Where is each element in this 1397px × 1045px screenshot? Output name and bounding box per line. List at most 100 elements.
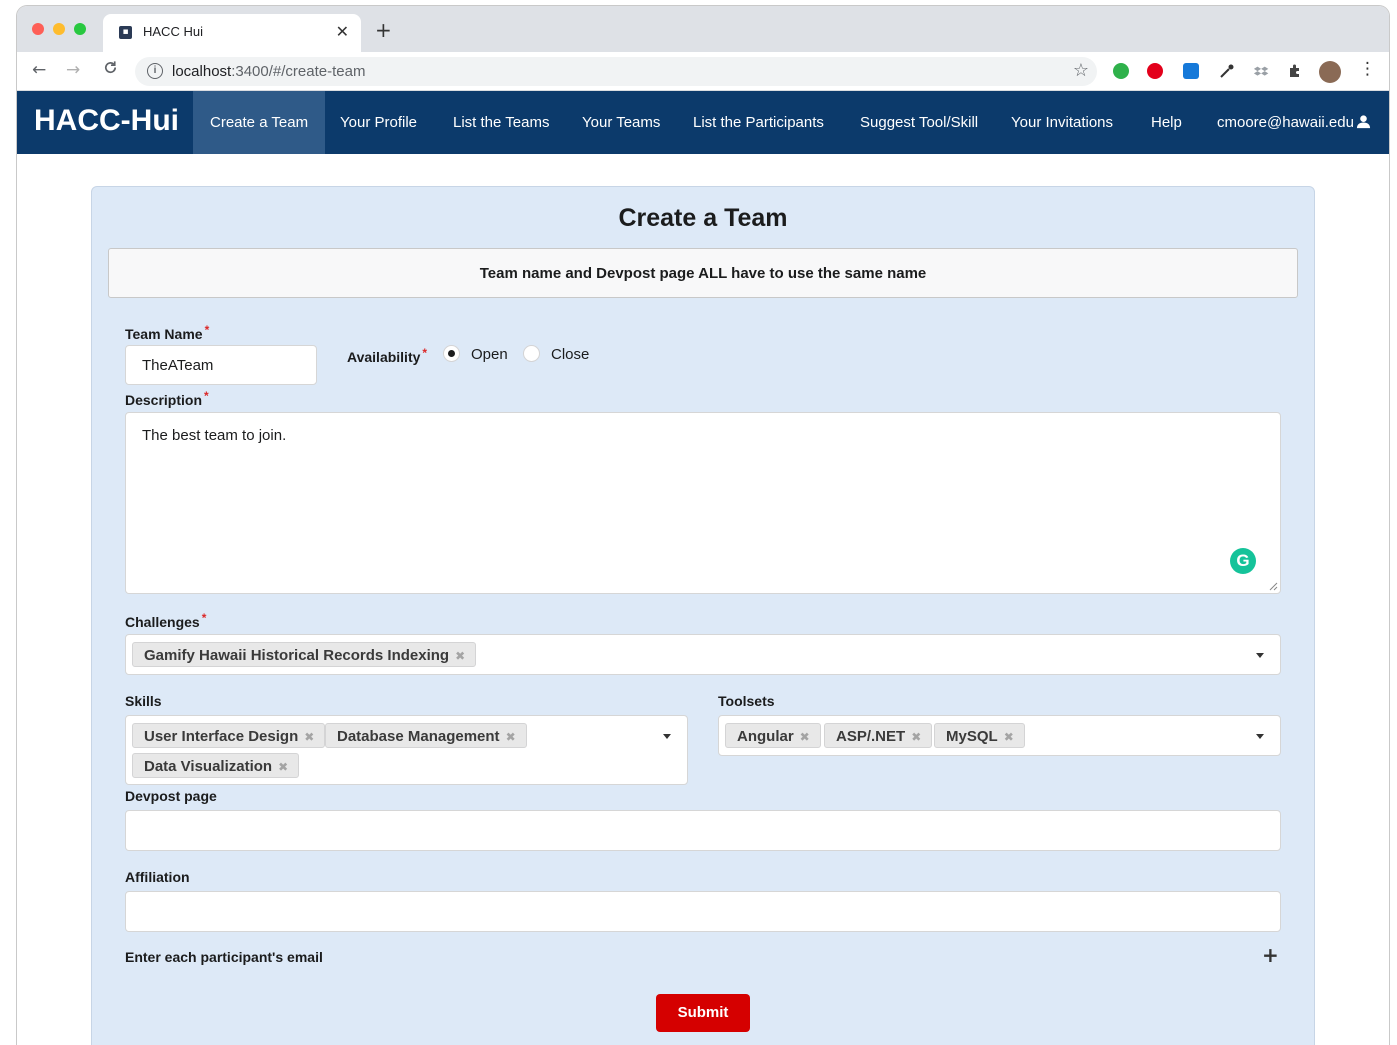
reload-icon[interactable] xyxy=(103,60,118,80)
resize-handle-icon[interactable] xyxy=(1269,582,1278,591)
challenges-label-text: Challenges xyxy=(125,614,200,630)
challenge-chip[interactable]: Gamify Hawaii Historical Records Indexin… xyxy=(132,642,477,667)
dropbox-extension-icon[interactable] xyxy=(1253,63,1269,79)
chip-label: Gamify Hawaii Historical Records Indexin… xyxy=(144,647,450,664)
description-value: The best team to join. xyxy=(142,427,287,444)
new-tab-button[interactable]: + xyxy=(375,18,392,42)
bookmark-star-icon[interactable]: ☆ xyxy=(1073,60,1089,81)
nav-list-participants[interactable]: List the Participants xyxy=(676,91,841,154)
team-name-input[interactable]: TheATeam xyxy=(125,345,317,385)
tab-close-icon[interactable]: ✕ xyxy=(336,22,349,41)
browser-menu-icon[interactable]: ⋮ xyxy=(1359,59,1376,79)
challenges-multiselect[interactable]: Gamify Hawaii Historical Records Indexin… xyxy=(125,634,1281,675)
nav-user-menu[interactable]: cmoore@hawaii.edu xyxy=(1200,91,1371,154)
favicon-icon: ▪ xyxy=(119,26,132,39)
description-label-text: Description xyxy=(125,392,203,408)
remove-chip-icon[interactable]: ✖ xyxy=(304,730,314,744)
browser-tab[interactable]: ▪ HACC Hui ✕ xyxy=(103,14,361,52)
team-name-label-text: Team Name xyxy=(125,326,203,342)
description-textarea[interactable]: The best team to join. G xyxy=(125,412,1281,594)
nav-list-teams[interactable]: List the Teams xyxy=(436,91,566,154)
chip-label: User Interface Design xyxy=(144,728,299,745)
puzzle-extensions-icon[interactable] xyxy=(1287,63,1303,79)
dropdown-caret-icon[interactable] xyxy=(1256,734,1264,739)
url-text[interactable]: localhost:3400/#/create-team xyxy=(172,63,365,80)
evernote-extension-icon[interactable] xyxy=(1113,63,1129,79)
page-title: Create a Team xyxy=(618,204,788,232)
affiliation-label: Affiliation xyxy=(125,869,190,885)
add-participant-icon[interactable]: + xyxy=(1262,943,1279,967)
forward-arrow-icon[interactable]: → xyxy=(66,60,80,80)
browser-window: ▪ HACC Hui ✕ + ← → i localhost:3400/#/cr… xyxy=(17,6,1389,1045)
chip-label: ASP/.NET xyxy=(836,728,906,745)
s-extension-icon[interactable] xyxy=(1183,63,1199,79)
availability-open-label[interactable]: Open xyxy=(471,346,508,363)
chip-label: Angular xyxy=(737,728,794,745)
toolsets-multiselect[interactable]: Angular ✖ ASP/.NET ✖ MySQL ✖ xyxy=(718,715,1281,756)
zoom-window-button[interactable] xyxy=(74,23,86,35)
nav-your-teams[interactable]: Your Teams xyxy=(565,91,677,154)
availability-open-radio[interactable] xyxy=(443,345,460,362)
profile-avatar[interactable] xyxy=(1319,61,1341,83)
remove-chip-icon[interactable]: ✖ xyxy=(800,730,810,744)
team-name-label: Team Name * xyxy=(125,323,209,342)
team-name-value: TheATeam xyxy=(142,357,214,374)
availability-close-radio[interactable] xyxy=(523,345,540,362)
nav-help[interactable]: Help xyxy=(1134,91,1199,154)
affiliation-input[interactable] xyxy=(125,891,1281,932)
minimize-window-button[interactable] xyxy=(53,23,65,35)
app-brand[interactable]: HACC-Hui xyxy=(34,104,179,138)
availability-close-label[interactable]: Close xyxy=(551,346,589,363)
skill-chip[interactable]: Database Management ✖ xyxy=(325,723,527,748)
address-bar[interactable]: i localhost:3400/#/create-team ☆ xyxy=(135,57,1097,86)
url-host: localhost xyxy=(172,63,232,80)
eyedropper-extension-icon[interactable] xyxy=(1219,63,1235,79)
availability-label: Availability * xyxy=(347,346,427,365)
remove-chip-icon[interactable]: ✖ xyxy=(911,730,921,744)
skill-chip[interactable]: Data Visualization ✖ xyxy=(132,753,300,778)
remove-chip-icon[interactable]: ✖ xyxy=(1004,730,1014,744)
dropdown-caret-icon[interactable] xyxy=(1256,653,1264,658)
required-mark: * xyxy=(422,346,428,360)
devpost-input[interactable] xyxy=(125,810,1281,851)
skills-label: Skills xyxy=(125,693,162,709)
toolset-chip[interactable]: MySQL ✖ xyxy=(934,723,1025,748)
app-navbar: HACC-Hui Create a Team Your Profile List… xyxy=(17,91,1389,154)
chip-label: Database Management xyxy=(337,728,500,745)
remove-chip-icon[interactable]: ✖ xyxy=(506,730,516,744)
back-arrow-icon[interactable]: ← xyxy=(32,60,46,80)
nav-create-team[interactable]: Create a Team xyxy=(193,91,326,154)
participants-label: Enter each participant's email xyxy=(125,949,323,965)
nav-your-invitations[interactable]: Your Invitations xyxy=(994,91,1130,154)
tab-strip: ▪ HACC Hui ✕ + xyxy=(17,6,1389,52)
toolsets-label: Toolsets xyxy=(718,693,775,709)
description-label: Description * xyxy=(125,389,209,408)
submit-button[interactable]: Submit xyxy=(656,994,750,1032)
nav-suggest-tool-skill[interactable]: Suggest Tool/Skill xyxy=(843,91,995,154)
grammarly-icon[interactable]: G xyxy=(1230,548,1256,574)
required-mark: * xyxy=(204,389,209,403)
browser-toolbar: ← → i localhost:3400/#/create-team ☆ ⋮ xyxy=(17,52,1389,91)
tab-title: HACC Hui xyxy=(143,24,203,39)
site-info-icon[interactable]: i xyxy=(147,63,163,79)
availability-label-text: Availability xyxy=(347,349,421,365)
toolset-chip[interactable]: Angular ✖ xyxy=(725,723,821,748)
required-mark: * xyxy=(201,611,207,625)
url-path: :3400/#/create-team xyxy=(231,63,366,80)
toolset-chip[interactable]: ASP/.NET ✖ xyxy=(824,723,933,748)
required-mark: * xyxy=(204,323,210,337)
devpost-label: Devpost page xyxy=(125,788,217,804)
user-email: cmoore@hawaii.edu xyxy=(1217,114,1354,131)
remove-chip-icon[interactable]: ✖ xyxy=(455,649,465,663)
close-window-button[interactable] xyxy=(32,23,44,35)
opera-extension-icon[interactable] xyxy=(1147,63,1163,79)
user-icon xyxy=(1356,115,1371,129)
nav-your-profile[interactable]: Your Profile xyxy=(323,91,434,154)
skills-multiselect[interactable]: User Interface Design ✖ Database Manageme… xyxy=(125,715,688,785)
chip-label: Data Visualization xyxy=(144,758,273,775)
skill-chip[interactable]: User Interface Design ✖ xyxy=(132,723,326,748)
challenges-label: Challenges * xyxy=(125,611,206,630)
chip-label: MySQL xyxy=(946,728,998,745)
dropdown-caret-icon[interactable] xyxy=(663,734,671,739)
remove-chip-icon[interactable]: ✖ xyxy=(278,760,288,774)
